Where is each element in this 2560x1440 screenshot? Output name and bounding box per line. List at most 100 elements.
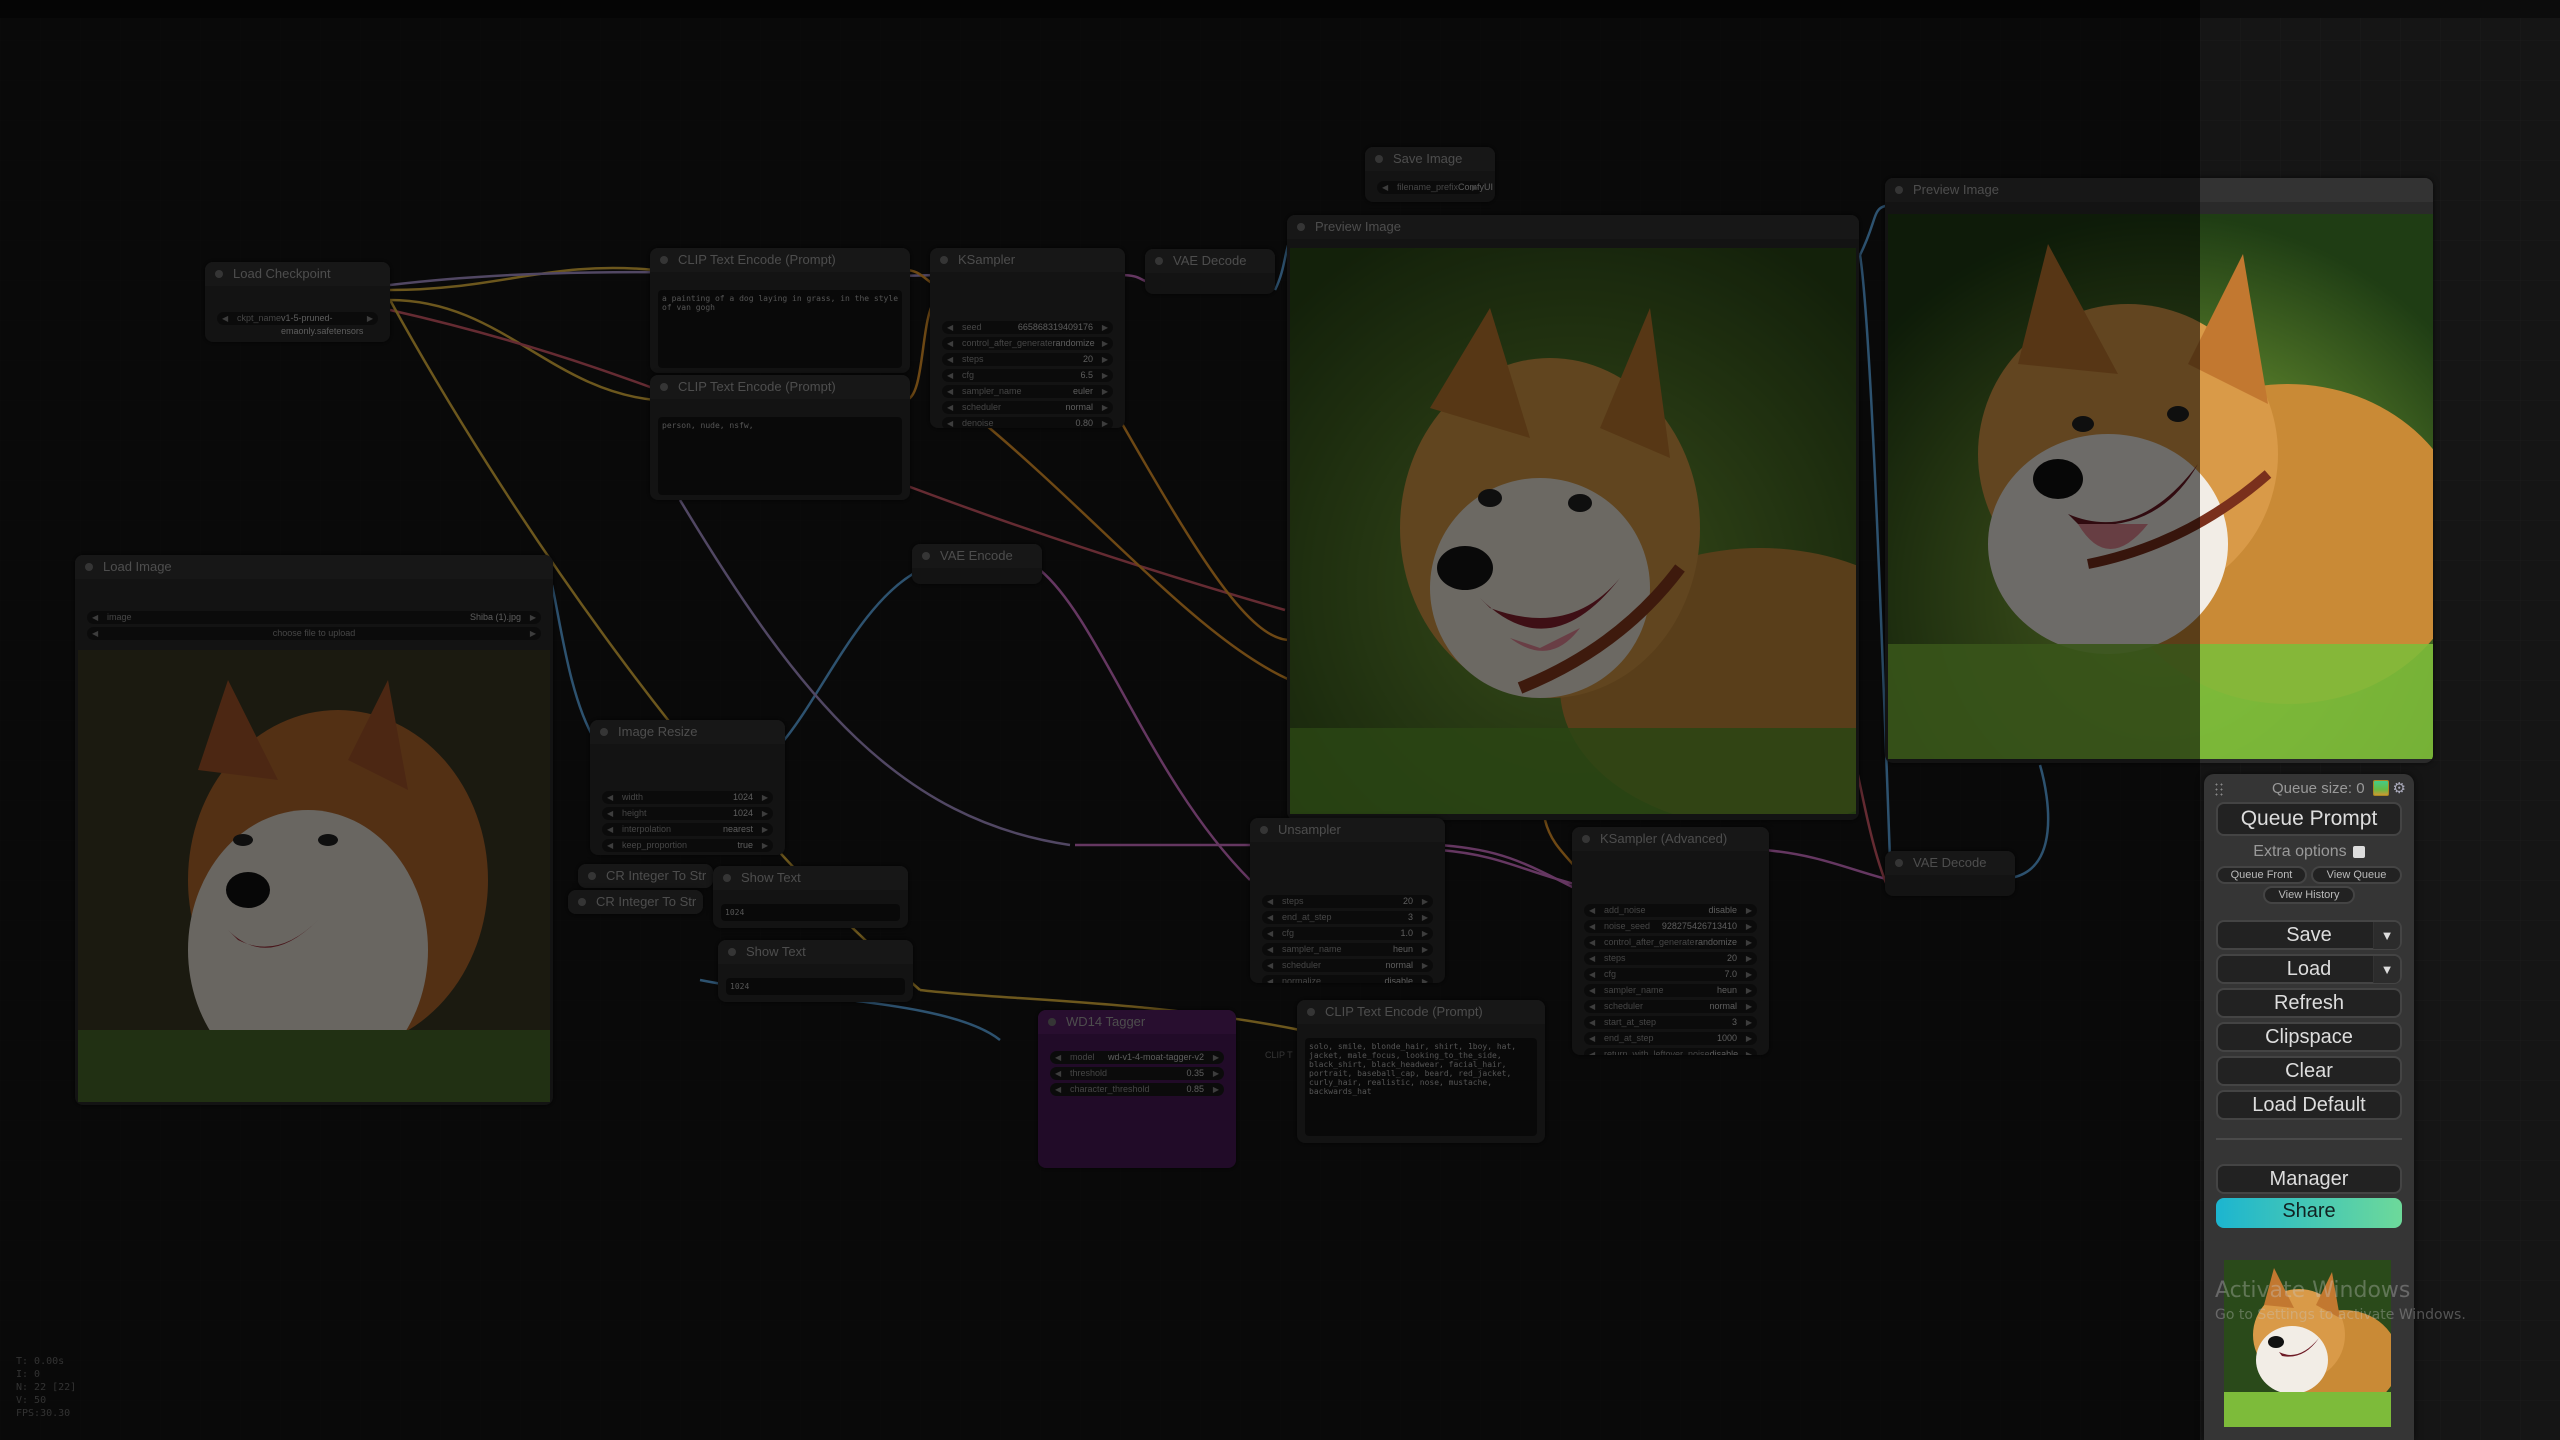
widget-label: control_after_generate (1604, 937, 1695, 947)
widget-image-select[interactable]: image Shiba (1).jpg (87, 611, 541, 624)
node-image-resize[interactable]: Image Resize width 1024 height 1024 interpol… (590, 720, 785, 855)
node-cr-integer-to-str[interactable]: CR Integer To Str (578, 864, 713, 888)
node-title: VAE Encode (912, 544, 1042, 568)
node-title: Unsampler (1250, 818, 1445, 842)
preview-image-output[interactable] (1888, 214, 2433, 759)
widget-cfg[interactable]: cfg 6.5 (942, 369, 1113, 382)
widget-interpolation[interactable]: interpolation nearest (602, 823, 773, 836)
node-unsampler[interactable]: Unsampler steps 20 end_at_step 3 cfg 1.0 sampl… (1250, 818, 1445, 983)
node-save-image[interactable]: Save Image filename_prefix ComfyUI (1365, 147, 1495, 202)
node-title: Save Image (1365, 147, 1495, 171)
preview-image-painting[interactable] (1290, 248, 1856, 814)
widget-steps[interactable]: steps 20 (1584, 952, 1757, 965)
node-cr-integer-to-str[interactable]: CR Integer To Str (568, 890, 703, 914)
widget-steps[interactable]: steps 20 (942, 353, 1113, 366)
stat-line: V: 50 (16, 1395, 47, 1406)
widget-ckpt-name[interactable]: ckpt_name v1-5-pruned-emaonly.safetensor… (217, 312, 378, 336)
widget-scheduler[interactable]: scheduler normal (1262, 959, 1433, 972)
clip-reroute-label: CLIP T (1265, 1050, 1293, 1060)
widget-normalize[interactable]: normalize disable (1262, 975, 1433, 983)
widget-height[interactable]: height 1024 (602, 807, 773, 820)
manager-button[interactable]: Manager (2216, 1164, 2402, 1194)
widget-width[interactable]: width 1024 (602, 791, 773, 804)
canvas-stats: T: 0.00s I: 0 N: 22 [22] V: 50 FPS:30.30 (16, 1355, 76, 1420)
widget-list: add_noisedisable noise_seed92827542671341… (1572, 904, 1769, 1055)
node-show-text[interactable]: Show Text 1024 (718, 940, 913, 1002)
node-clip-text-encode-positive[interactable]: CLIP Text Encode (Prompt) a painting of … (650, 248, 910, 373)
load-default-button[interactable]: Load Default (2216, 1090, 2402, 1120)
prompt-textarea[interactable]: person, nude, nsfw, (658, 417, 902, 495)
load-button[interactable]: Load ▼ (2216, 954, 2402, 984)
drag-handle-icon[interactable] (2214, 782, 2224, 796)
save-dropdown-icon[interactable]: ▼ (2373, 922, 2400, 949)
node-vae-decode[interactable]: VAE Decode (1885, 851, 2015, 896)
history-pill-row: View History (2216, 886, 2402, 904)
load-dropdown-icon[interactable]: ▼ (2373, 956, 2400, 983)
clear-button[interactable]: Clear (2216, 1056, 2402, 1086)
widget-character-threshold[interactable]: character_threshold 0.85 (1050, 1083, 1224, 1096)
widget-cfg[interactable]: cfg 7.0 (1584, 968, 1757, 981)
node-load-checkpoint[interactable]: Load Checkpoint ckpt_name v1-5-pruned-em… (205, 262, 390, 342)
widget-value: Shiba (1).jpg (469, 612, 521, 622)
widget-scheduler[interactable]: scheduler normal (942, 401, 1113, 414)
widget-control-after-generate[interactable]: control_after_generaterandomize (942, 337, 1113, 350)
node-wd14-tagger[interactable]: WD14 Tagger model wd-v1-4-moat-tagger-v2 t… (1038, 1010, 1236, 1168)
widget-return-with-leftover-noise[interactable]: return_with_leftover_noisedisable (1584, 1048, 1757, 1055)
widget-sampler-name[interactable]: sampler_name heun (1584, 984, 1757, 997)
widget-steps[interactable]: steps 20 (1262, 895, 1433, 908)
widget-filename-prefix[interactable]: filename_prefix ComfyUI (1377, 181, 1493, 194)
node-vae-decode[interactable]: VAE Decode (1145, 249, 1275, 294)
widget-threshold[interactable]: threshold 0.35 (1050, 1067, 1224, 1080)
widget-label: sampler_name (1604, 985, 1664, 995)
queue-prompt-button[interactable]: Queue Prompt (2216, 802, 2402, 836)
stat-line: FPS:30.30 (16, 1408, 71, 1419)
widget-label: steps (962, 354, 984, 364)
widget-end-at-step[interactable]: end_at_step 1000 (1584, 1032, 1757, 1045)
node-load-image[interactable]: Load Image image Shiba (1).jpg choose fi… (75, 555, 553, 1105)
queue-pill-row: Queue Front View Queue (2216, 866, 2402, 884)
widget-model[interactable]: model wd-v1-4-moat-tagger-v2 (1050, 1051, 1224, 1064)
shiba-photo (78, 650, 550, 1102)
node-title: Image Resize (590, 720, 785, 744)
image-feed-icon[interactable] (2372, 780, 2389, 796)
widget-sampler-name[interactable]: sampler_name euler (942, 385, 1113, 398)
view-queue-button[interactable]: View Queue (2311, 866, 2402, 884)
widget-end-at-step[interactable]: end_at_step 3 (1262, 911, 1433, 924)
node-vae-encode[interactable]: VAE Encode (912, 544, 1042, 584)
widget-start-at-step[interactable]: start_at_step 3 (1584, 1016, 1757, 1029)
node-preview-image[interactable]: Preview Image (1885, 178, 2433, 763)
view-history-button[interactable]: View History (2263, 886, 2355, 904)
node-ksampler-advanced[interactable]: KSampler (Advanced) add_noisedisablenois… (1572, 827, 1769, 1055)
widget-value: 20 (1402, 896, 1413, 906)
widget-sampler-name[interactable]: sampler_name heun (1262, 943, 1433, 956)
refresh-button[interactable]: Refresh (2216, 988, 2402, 1018)
clipspace-button[interactable]: Clipspace (2216, 1022, 2402, 1052)
widget-cfg[interactable]: cfg 1.0 (1262, 927, 1433, 940)
gear-icon[interactable]: ⚙ (2393, 779, 2406, 797)
comfy-menu: Queue size: 0 ⚙ Queue Prompt Extra optio… (2204, 774, 2414, 1440)
prompt-textarea[interactable]: solo, smile, blonde_hair, shirt, 1boy, h… (1305, 1038, 1537, 1136)
widget-keep-proportion[interactable]: keep_proportion true (602, 839, 773, 852)
save-button[interactable]: Save ▼ (2216, 920, 2402, 950)
widget-value: 20 (1082, 354, 1093, 364)
queue-front-button[interactable]: Queue Front (2216, 866, 2307, 884)
node-clip-text-encode-tags[interactable]: CLIP Text Encode (Prompt) solo, smile, b… (1297, 1000, 1545, 1143)
extra-options-checkbox[interactable] (2352, 845, 2365, 858)
widget-add-noise[interactable]: add_noise disable (1584, 904, 1757, 917)
widget-control-after-generate[interactable]: control_after_generaterandomize (1584, 936, 1757, 949)
widget-noise-seed[interactable]: noise_seed 928275426713410 (1584, 920, 1757, 933)
share-button[interactable]: Share (2216, 1198, 2402, 1228)
node-preview-image[interactable]: Preview Image (1287, 215, 1859, 820)
prompt-textarea[interactable]: a painting of a dog laying in grass, in … (658, 290, 902, 368)
node-show-text[interactable]: Show Text 1024 (713, 866, 908, 928)
node-ksampler[interactable]: KSampler seed 665868319409176 control_afte… (930, 248, 1125, 428)
latest-output-thumbnail[interactable] (2224, 1260, 2391, 1427)
node-clip-text-encode-negative[interactable]: CLIP Text Encode (Prompt) person, nude, … (650, 375, 910, 500)
widget-scheduler[interactable]: scheduler normal (1584, 1000, 1757, 1013)
upload-button[interactable]: choose file to upload (87, 627, 541, 640)
widget-label: keep_proportion (622, 840, 688, 850)
node-title: VAE Decode (1145, 249, 1275, 273)
widget-denoise[interactable]: denoise 0.80 (942, 417, 1113, 428)
widget-label: return_with_leftover_noise (1604, 1049, 1710, 1055)
widget-seed[interactable]: seed 665868319409176 (942, 321, 1113, 334)
